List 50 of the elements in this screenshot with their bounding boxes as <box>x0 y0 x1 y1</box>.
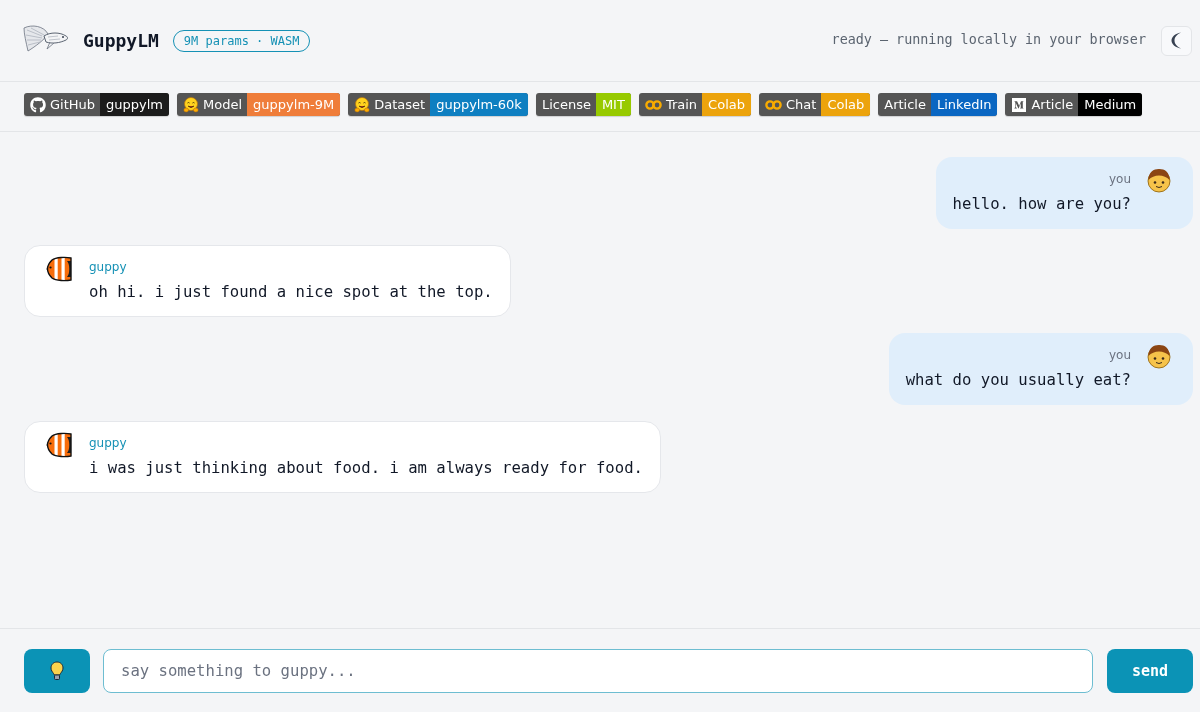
badge-value: MIT <box>595 93 631 116</box>
status-text: ready — running locally in your browser <box>831 31 1146 50</box>
sender-name: guppy <box>89 259 127 275</box>
smiley-icon <box>183 96 200 113</box>
badge-link[interactable]: Dataset guppylm-60k <box>348 93 528 116</box>
badge-label: License <box>541 98 591 111</box>
person-avatar-icon <box>1146 167 1172 193</box>
message-input[interactable]: say something to guppy... <box>103 649 1093 693</box>
message-text: what do you usually eat? <box>905 370 1131 391</box>
badge-value: Medium <box>1078 93 1143 116</box>
app-title: GuppyLM <box>83 29 159 53</box>
badge-label: Article <box>1031 98 1074 111</box>
send-button[interactable]: send <box>1107 649 1193 693</box>
fish-avatar-icon <box>45 431 73 459</box>
message-text: oh hi. i just found a nice spot at the top. <box>89 282 493 303</box>
badge-label: Dataset <box>374 98 426 111</box>
smiley-icon <box>354 96 371 113</box>
octocat-icon <box>30 96 46 113</box>
lightbulb-icon <box>50 661 64 681</box>
person-avatar-icon <box>1146 343 1172 369</box>
badge-label: Train <box>665 98 698 111</box>
badge-label: Article <box>884 98 926 111</box>
badge-value: guppylm <box>100 93 170 116</box>
badge-value: Colab <box>702 93 751 116</box>
moon-icon <box>1171 32 1182 49</box>
badge-link[interactable]: Train Colab <box>638 93 751 116</box>
badge-link[interactable]: License MIT <box>535 93 631 116</box>
letter-m-icon <box>1011 96 1028 113</box>
theme-toggle-button[interactable] <box>1161 25 1192 56</box>
sender-name: you <box>1108 171 1131 187</box>
badge-label: Model <box>203 98 243 111</box>
linked-rings-icon <box>765 99 782 110</box>
badge-value: LinkedIn <box>930 93 998 116</box>
badge-link[interactable]: Chat Colab <box>759 93 871 116</box>
badge-value: guppylm-9M <box>247 93 341 116</box>
badge-label: Chat <box>786 98 817 111</box>
message-text: hello. how are you? <box>952 194 1131 215</box>
message-text: i was just thinking about food. i am always ready for food. <box>89 458 643 479</box>
badge-link[interactable]: GitHub guppylm <box>24 93 170 116</box>
badge-value: guppylm-60k <box>430 93 528 116</box>
badge-link[interactable]: Article Medium <box>1005 93 1143 116</box>
hint-button[interactable] <box>24 649 90 693</box>
badge-link[interactable]: Model guppylm-9M <box>177 93 341 116</box>
fish-avatar-icon <box>45 255 73 283</box>
linked-rings-icon <box>644 99 662 110</box>
sender-name: guppy <box>89 435 127 451</box>
badge-label: GitHub <box>50 98 96 111</box>
sender-name: you <box>1108 347 1131 363</box>
badge-value: Colab <box>821 93 871 116</box>
badge-link[interactable]: Article LinkedIn <box>878 93 998 116</box>
